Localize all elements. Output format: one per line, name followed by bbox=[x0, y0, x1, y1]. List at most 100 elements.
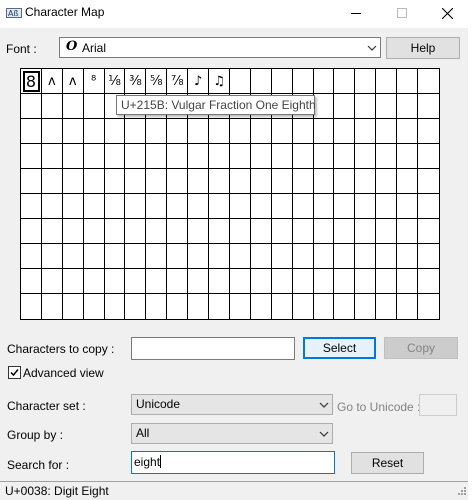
character-cell[interactable] bbox=[250, 69, 272, 94]
character-cell[interactable] bbox=[376, 119, 398, 144]
character-cell[interactable] bbox=[271, 169, 293, 194]
character-cell[interactable] bbox=[313, 69, 335, 94]
character-cell[interactable] bbox=[376, 144, 398, 169]
character-cell[interactable] bbox=[104, 219, 126, 244]
character-cell[interactable] bbox=[21, 194, 42, 219]
character-cell[interactable] bbox=[104, 144, 126, 169]
character-cell[interactable] bbox=[62, 169, 84, 194]
character-cell[interactable] bbox=[229, 119, 251, 144]
character-cell[interactable] bbox=[355, 69, 377, 94]
character-cell[interactable] bbox=[41, 144, 63, 169]
advanced-view-checkbox[interactable] bbox=[8, 366, 21, 379]
character-cell[interactable] bbox=[104, 169, 126, 194]
character-cell[interactable] bbox=[41, 269, 63, 294]
character-cell[interactable] bbox=[313, 194, 335, 219]
character-cell[interactable] bbox=[84, 294, 105, 319]
character-cell[interactable] bbox=[167, 219, 189, 244]
character-cell[interactable] bbox=[334, 194, 356, 219]
character-cell[interactable] bbox=[188, 219, 210, 244]
character-cell[interactable] bbox=[376, 94, 398, 119]
character-cell[interactable]: 8 bbox=[21, 69, 42, 94]
character-cell[interactable] bbox=[376, 169, 398, 194]
character-cell[interactable]: ⅝ bbox=[146, 69, 168, 94]
character-cell[interactable] bbox=[355, 244, 377, 269]
character-cell[interactable] bbox=[376, 269, 398, 294]
character-cell[interactable] bbox=[250, 244, 272, 269]
character-cell[interactable] bbox=[104, 119, 126, 144]
character-cell[interactable] bbox=[209, 144, 230, 169]
minimize-button[interactable] bbox=[334, 0, 378, 26]
close-button[interactable] bbox=[425, 0, 469, 26]
character-cell[interactable] bbox=[397, 169, 419, 194]
group-by-select[interactable]: All bbox=[131, 423, 333, 444]
character-cell[interactable] bbox=[250, 269, 272, 294]
character-cell[interactable] bbox=[104, 269, 126, 294]
character-cell[interactable] bbox=[62, 244, 84, 269]
character-cell[interactable] bbox=[397, 269, 419, 294]
character-cell[interactable] bbox=[376, 219, 398, 244]
character-cell[interactable] bbox=[209, 194, 230, 219]
character-cell[interactable] bbox=[146, 269, 168, 294]
character-cell[interactable] bbox=[146, 219, 168, 244]
character-cell[interactable] bbox=[62, 269, 84, 294]
character-cell[interactable] bbox=[418, 269, 439, 294]
character-cell[interactable] bbox=[229, 69, 251, 94]
character-cell[interactable] bbox=[41, 94, 63, 119]
character-cell[interactable] bbox=[313, 144, 335, 169]
character-cell[interactable] bbox=[271, 269, 293, 294]
character-cell[interactable] bbox=[313, 219, 335, 244]
character-cell[interactable] bbox=[418, 94, 439, 119]
character-cell[interactable] bbox=[83, 244, 105, 269]
character-cell[interactable] bbox=[313, 169, 335, 194]
help-button[interactable]: Help bbox=[386, 37, 460, 59]
character-cell[interactable] bbox=[334, 69, 356, 94]
character-cell[interactable] bbox=[188, 194, 210, 219]
character-cell[interactable] bbox=[334, 94, 356, 119]
character-cell[interactable] bbox=[355, 94, 377, 119]
character-cell[interactable] bbox=[397, 219, 419, 244]
character-cell[interactable] bbox=[21, 294, 42, 319]
character-cell[interactable] bbox=[355, 144, 377, 169]
character-cell[interactable]: ⅛ bbox=[104, 69, 126, 94]
character-cell[interactable] bbox=[83, 219, 105, 244]
character-cell[interactable] bbox=[355, 219, 377, 244]
character-cell[interactable] bbox=[209, 119, 230, 144]
character-cell[interactable] bbox=[418, 294, 439, 319]
character-cell[interactable] bbox=[271, 194, 293, 219]
character-cell[interactable] bbox=[355, 269, 377, 294]
character-cell[interactable] bbox=[104, 194, 126, 219]
character-cell[interactable] bbox=[146, 194, 168, 219]
character-cell[interactable] bbox=[167, 144, 189, 169]
character-cell[interactable] bbox=[209, 269, 230, 294]
character-cell[interactable] bbox=[271, 144, 293, 169]
character-cell[interactable] bbox=[229, 244, 251, 269]
character-cell[interactable] bbox=[83, 169, 105, 194]
character-cell[interactable] bbox=[41, 194, 63, 219]
character-cell[interactable] bbox=[313, 94, 335, 119]
character-cell[interactable] bbox=[146, 144, 168, 169]
character-cell[interactable] bbox=[397, 69, 419, 94]
character-cell[interactable] bbox=[83, 269, 105, 294]
character-cell[interactable] bbox=[355, 169, 377, 194]
character-cell[interactable] bbox=[41, 219, 63, 244]
character-cell[interactable] bbox=[167, 269, 189, 294]
character-cell[interactable] bbox=[21, 94, 42, 119]
character-cell[interactable] bbox=[292, 69, 314, 94]
character-cell[interactable] bbox=[376, 194, 398, 219]
character-cell[interactable]: ʌ bbox=[41, 69, 63, 94]
character-cell[interactable] bbox=[21, 144, 42, 169]
character-cell[interactable] bbox=[292, 219, 314, 244]
character-cell[interactable] bbox=[334, 119, 356, 144]
character-cell[interactable] bbox=[292, 244, 314, 269]
character-cell[interactable] bbox=[125, 194, 147, 219]
character-cell[interactable] bbox=[334, 219, 356, 244]
go-to-unicode-input[interactable] bbox=[419, 394, 457, 416]
character-cell[interactable] bbox=[209, 169, 230, 194]
character-cell[interactable] bbox=[271, 244, 293, 269]
character-cell[interactable] bbox=[209, 219, 230, 244]
character-cell[interactable] bbox=[250, 219, 272, 244]
character-cell[interactable]: ⁸ bbox=[83, 69, 105, 94]
character-cell[interactable] bbox=[397, 119, 419, 144]
character-cell[interactable] bbox=[125, 269, 147, 294]
character-cell[interactable] bbox=[41, 169, 63, 194]
